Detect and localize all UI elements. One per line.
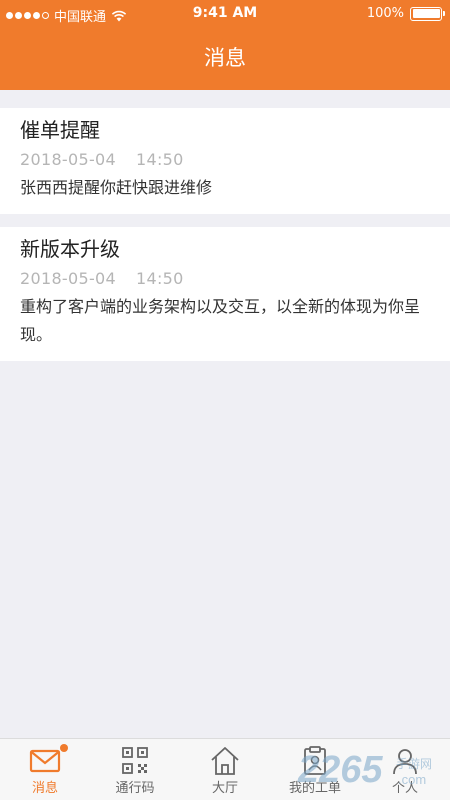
message-timestamp: 2018-05-04 14:50 xyxy=(20,267,430,291)
message-title: 新版本升级 xyxy=(20,237,120,261)
home-icon xyxy=(211,747,239,775)
tab-pass-code[interactable]: 通行码 xyxy=(90,739,180,800)
mail-icon xyxy=(29,749,61,773)
tab-hall[interactable]: 大厅 xyxy=(180,739,270,800)
qrcode-icon xyxy=(122,747,148,774)
page-title: 消息 xyxy=(204,46,246,70)
svg-text:2265: 2265 xyxy=(297,749,383,791)
message-card-urge[interactable]: 催单提醒 2018-05-04 14:50 张西西提醒你赶快跟进维修 xyxy=(0,108,450,214)
bottom-tab-bar: 消息 通行码 大厅 我的工单 个人 2265 手游网 .com xyxy=(0,738,450,800)
message-time: 14:50 xyxy=(135,269,184,288)
svg-text:.com: .com xyxy=(398,772,426,787)
message-date: 2018-05-04 xyxy=(20,269,116,288)
tab-label: 大厅 xyxy=(211,781,238,796)
message-date: 2018-05-04 xyxy=(20,150,116,169)
status-bar: 中国联通 9:41 AM 100% xyxy=(0,0,450,28)
message-time: 14:50 xyxy=(135,150,184,169)
site-watermark-logo: 2265 手游网 .com xyxy=(297,749,432,791)
status-right: 100% xyxy=(366,6,445,21)
message-list: 催单提醒 2018-05-04 14:50 张西西提醒你赶快跟进维修 新版本升级 … xyxy=(0,108,450,374)
battery-icon xyxy=(410,6,445,21)
svg-text:手游网: 手游网 xyxy=(396,757,432,771)
app-header: 中国联通 9:41 AM 100% 消息 xyxy=(0,0,450,90)
message-card-upgrade[interactable]: 新版本升级 2018-05-04 14:50 重构了客户端的业务架构以及交互，以全… xyxy=(0,227,450,361)
tab-label: 通行码 xyxy=(115,781,155,796)
unread-dot xyxy=(60,744,68,752)
battery-percent: 100% xyxy=(366,6,404,21)
message-body: 重构了客户端的业务架构以及交互，以全新的体现为你呈现。 xyxy=(20,297,421,344)
message-title: 催单提醒 xyxy=(20,118,100,142)
message-body: 张西西提醒你赶快跟进维修 xyxy=(20,178,213,197)
message-timestamp: 2018-05-04 14:50 xyxy=(20,148,430,172)
tab-label: 消息 xyxy=(31,781,58,796)
tab-messages[interactable]: 消息 xyxy=(0,739,90,800)
